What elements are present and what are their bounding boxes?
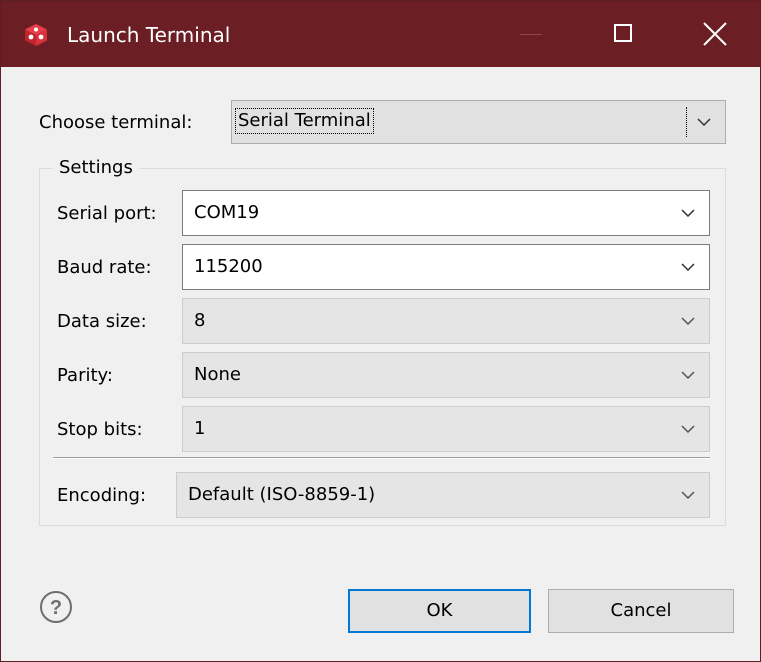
stop-bits-value: 1 xyxy=(194,418,206,439)
red-cube-icon xyxy=(25,24,47,46)
parity-value: None xyxy=(194,364,241,385)
serial-port-label: Serial port: xyxy=(57,203,157,224)
encoding-label: Encoding: xyxy=(57,485,147,506)
window-title: Launch Terminal xyxy=(67,23,231,47)
data-size-value: 8 xyxy=(194,310,206,331)
serial-port-select[interactable]: COM19 xyxy=(182,190,710,236)
chevron-down-icon xyxy=(681,371,695,379)
data-size-label: Data size: xyxy=(57,311,147,332)
close-icon xyxy=(703,22,727,46)
stop-bits-label: Stop bits: xyxy=(57,419,143,440)
launch-terminal-dialog: Launch Terminal Choose terminal: Serial … xyxy=(0,0,761,662)
chevron-down-icon xyxy=(697,118,711,126)
ok-button[interactable]: OK xyxy=(348,589,531,633)
baud-rate-label: Baud rate: xyxy=(57,257,152,278)
data-size-select[interactable]: 8 xyxy=(182,298,710,344)
baud-rate-value: 115200 xyxy=(194,256,263,277)
chevron-down-icon xyxy=(681,317,695,325)
cancel-button[interactable]: Cancel xyxy=(548,589,734,633)
minimize-icon xyxy=(520,34,542,35)
maximize-button[interactable] xyxy=(577,1,669,67)
svg-text:?: ? xyxy=(50,597,62,619)
parity-select[interactable]: None xyxy=(182,352,710,398)
encoding-value: Default (ISO-8859-1) xyxy=(188,484,376,505)
help-icon[interactable]: ? xyxy=(39,590,73,624)
chevron-down-icon xyxy=(681,425,695,433)
chevron-down-icon xyxy=(681,263,695,271)
settings-group-title: Settings xyxy=(53,156,139,180)
choose-terminal-label: Choose terminal: xyxy=(39,112,193,133)
terminal-select[interactable]: Serial Terminal xyxy=(231,100,726,144)
chevron-down-icon xyxy=(681,491,695,499)
focus-separator xyxy=(686,107,687,137)
encoding-select[interactable]: Default (ISO-8859-1) xyxy=(176,472,710,518)
baud-rate-select[interactable]: 115200 xyxy=(182,244,710,290)
settings-divider xyxy=(53,457,710,459)
chevron-down-icon xyxy=(681,209,695,217)
close-button[interactable] xyxy=(669,1,761,67)
parity-label: Parity: xyxy=(57,365,113,386)
terminal-select-value: Serial Terminal xyxy=(235,108,374,134)
maximize-icon xyxy=(614,24,632,42)
serial-port-value: COM19 xyxy=(194,202,260,223)
title-bar: Launch Terminal xyxy=(1,1,760,67)
minimize-button[interactable] xyxy=(485,1,577,67)
stop-bits-select[interactable]: 1 xyxy=(182,406,710,452)
